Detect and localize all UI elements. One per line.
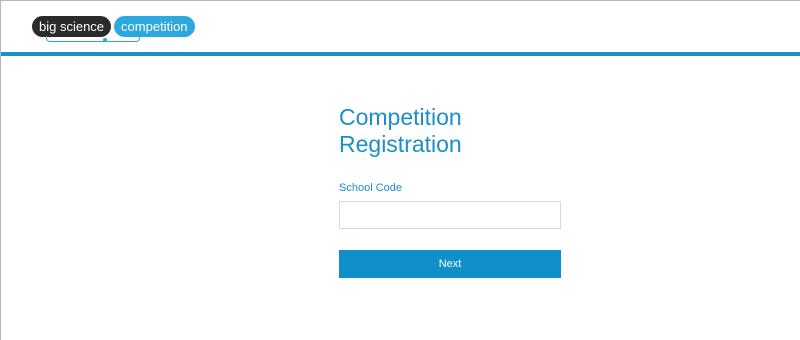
big-science-competition-logo[interactable]: big science competition <box>32 16 195 42</box>
site-header: big science competition <box>1 1 800 53</box>
title-line-registration: Registration <box>339 131 462 157</box>
header-accent-rule <box>1 52 800 56</box>
logo-part-competition: competition <box>114 16 195 37</box>
registration-form: Competition Registration School Code Nex… <box>339 104 561 278</box>
logo-part-big-science: big science <box>32 16 112 37</box>
title-line-competition: Competition <box>339 104 462 130</box>
logo-underline-icon <box>46 36 140 42</box>
registration-page: big science competition Competition Regi… <box>0 0 800 340</box>
logo-dot-icon <box>103 38 107 42</box>
school-code-input[interactable] <box>339 201 561 229</box>
school-code-label: School Code <box>339 182 402 194</box>
page-title: Competition Registration <box>339 104 561 158</box>
next-button[interactable]: Next <box>339 250 561 278</box>
